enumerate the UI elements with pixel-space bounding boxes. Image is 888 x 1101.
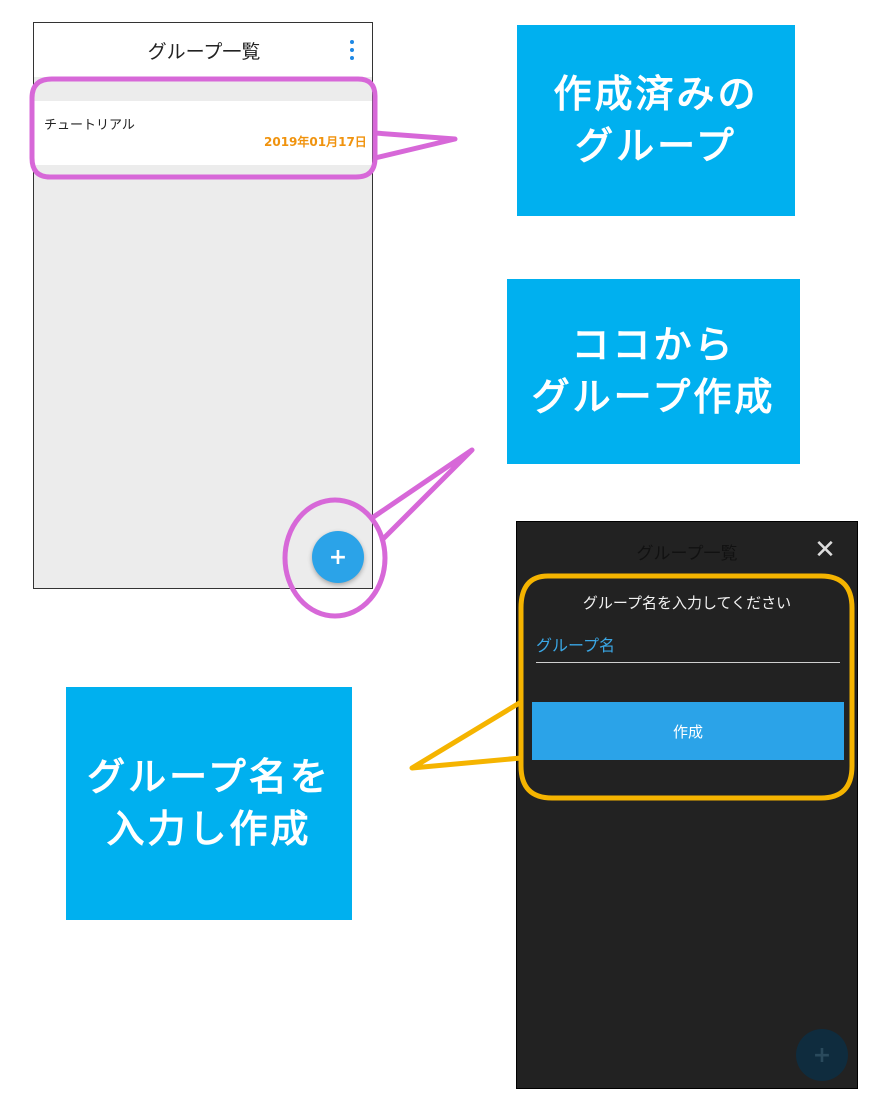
create-group-dialog-screen: グループ一覧 ✕ グループ名を入力してください グループ名 作成 +	[516, 521, 858, 1089]
callout-create-here: ココから グループ作成	[507, 279, 800, 464]
callout-line: 入力し作成	[106, 806, 312, 851]
callout-line: グループ	[575, 123, 737, 168]
create-button[interactable]: 作成	[532, 702, 844, 760]
group-name-input[interactable]: グループ名	[536, 632, 840, 663]
group-name: チュートリアル	[44, 118, 135, 133]
callout-line: グループ名を	[87, 755, 331, 800]
callout-line: ココから	[571, 323, 736, 368]
pointer-created-groups	[374, 130, 458, 161]
page-title: グループ一覧	[636, 544, 738, 564]
dialog-prompt: グループ名を入力してください	[582, 594, 792, 612]
callout-created-groups: 作成済みの グループ	[517, 25, 795, 216]
group-list-screen: グループ一覧 チュートリアル 2019年01月17日 +	[33, 22, 373, 589]
pointer-enter-name	[409, 699, 523, 771]
add-group-button: +	[796, 1029, 848, 1081]
group-date: 2019年01月17日	[264, 135, 367, 149]
callout-line: 作成済みの	[553, 72, 759, 117]
pointer-create-here	[370, 447, 475, 542]
page-title: グループ一覧	[147, 41, 261, 63]
add-group-button[interactable]: +	[312, 531, 364, 583]
callout-enter-name: グループ名を 入力し作成	[66, 687, 352, 920]
vertical-dots-icon[interactable]	[347, 40, 357, 60]
callout-line: グループ作成	[531, 374, 776, 419]
close-icon[interactable]: ✕	[813, 537, 837, 563]
